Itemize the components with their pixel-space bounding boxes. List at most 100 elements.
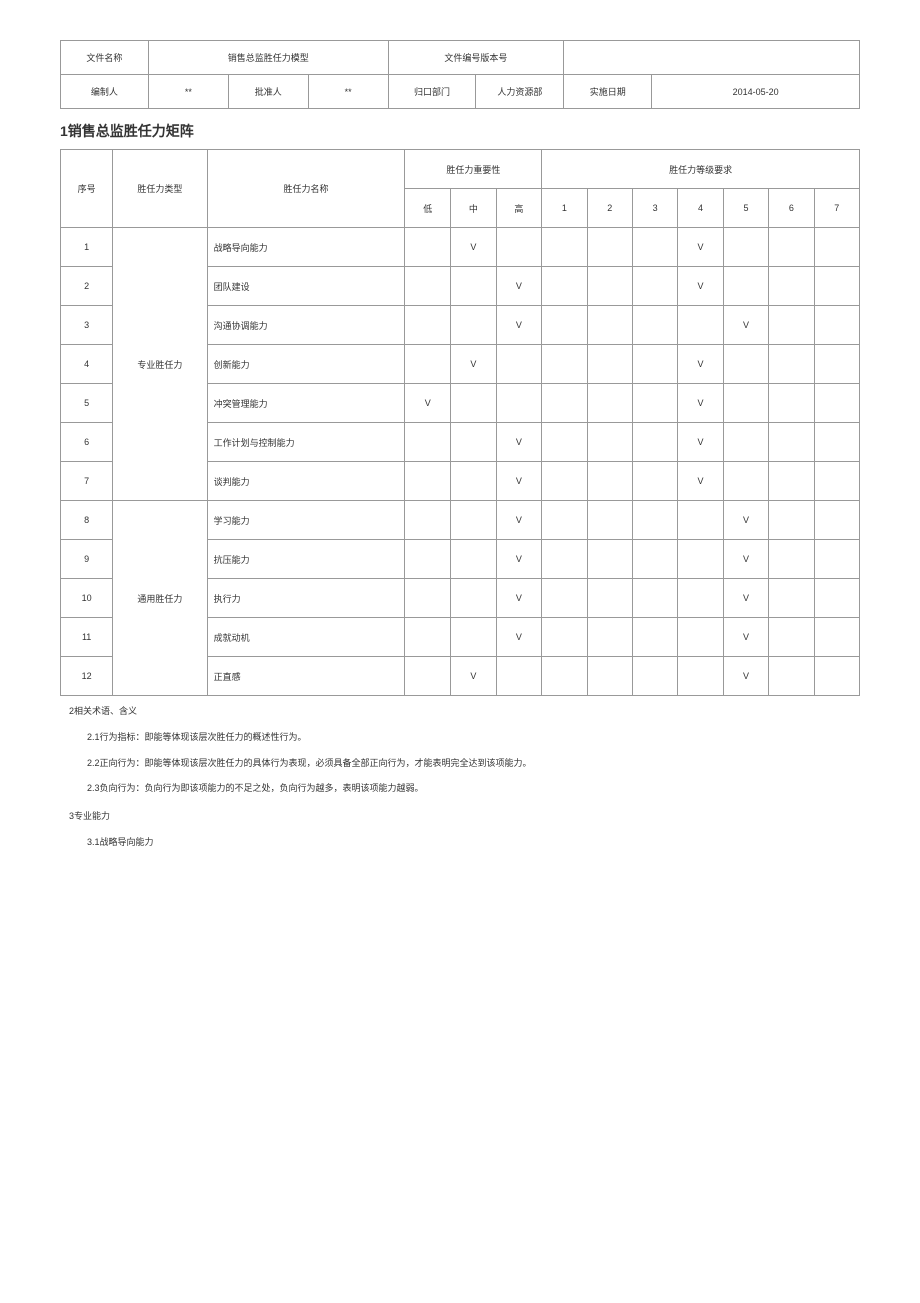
notes-s3: 3专业能力 [69,807,860,827]
cell-name: 团队建设 [207,267,405,306]
cell-level [814,228,859,267]
cell-level [769,462,814,501]
col-l1: 1 [542,189,587,228]
cell-name: 谈判能力 [207,462,405,501]
cell-type: 通用胜任力 [113,501,207,696]
cell-seq: 2 [61,267,113,306]
cell-level [678,306,723,345]
cell-seq: 9 [61,540,113,579]
cell-level [769,384,814,423]
cell-level [814,501,859,540]
cell-importance: V [496,501,542,540]
cell-level [769,501,814,540]
cell-level: V [723,501,768,540]
cell-importance [405,306,451,345]
cell-level [542,345,587,384]
cell-name: 沟通协调能力 [207,306,405,345]
cell-level [814,345,859,384]
cell-level: V [723,618,768,657]
notes-23: 2.3负向行为：负向行为即该项能力的不足之处，负向行为越多，表明该项能力越弱。 [87,779,860,799]
notes-s31: 3.1战略导向能力 [87,833,860,853]
cell-level: V [723,657,768,696]
cell-name: 战略导向能力 [207,228,405,267]
cell-level [542,579,587,618]
cell-importance [451,540,497,579]
cell-seq: 7 [61,462,113,501]
cell-importance [451,462,497,501]
competency-matrix-table: 序号 胜任力类型 胜任力名称 胜任力重要性 胜任力等级要求 低 中 高 1 2 … [60,149,860,696]
cell-level [632,540,677,579]
col-low: 低 [405,189,451,228]
cell-importance [405,540,451,579]
cell-importance [496,657,542,696]
cell-level [632,228,677,267]
effective-date-value: 2014-05-20 [652,75,860,109]
cell-level [632,462,677,501]
cell-importance: V [451,228,497,267]
cell-type: 专业胜任力 [113,228,207,501]
prepared-by-value: ** [148,75,228,109]
cell-level [814,462,859,501]
cell-importance [405,579,451,618]
cell-level [587,540,632,579]
cell-importance [405,462,451,501]
prepared-by-label: 编制人 [61,75,149,109]
cell-level [587,501,632,540]
cell-level [769,540,814,579]
notes-21: 2.1行为指标：即能等体现该层次胜任力的概述性行为。 [87,728,860,748]
cell-level [542,540,587,579]
file-no-label: 文件编号版本号 [388,41,564,75]
cell-seq: 5 [61,384,113,423]
cell-seq: 4 [61,345,113,384]
cell-level [678,657,723,696]
notes-22: 2.2正向行为：即能等体现该层次胜任力的具体行为表现，必须具备全部正向行为，才能… [87,754,860,774]
cell-seq: 3 [61,306,113,345]
cell-level [678,501,723,540]
cell-level [769,423,814,462]
col-l6: 6 [769,189,814,228]
col-mid: 中 [451,189,497,228]
cell-level [769,657,814,696]
col-l5: 5 [723,189,768,228]
table-row: 1专业胜任力战略导向能力VV [61,228,860,267]
approved-by-label: 批准人 [228,75,308,109]
cell-importance: V [496,579,542,618]
cell-level [678,579,723,618]
file-name-label: 文件名称 [61,41,149,75]
cell-level [632,267,677,306]
cell-importance [496,384,542,423]
cell-level [769,267,814,306]
dept-label: 归口部门 [388,75,476,109]
cell-level [632,657,677,696]
cell-seq: 8 [61,501,113,540]
cell-importance [405,501,451,540]
cell-importance [405,423,451,462]
cell-level [542,657,587,696]
cell-level [723,384,768,423]
cell-importance [496,345,542,384]
cell-level: V [723,540,768,579]
col-name: 胜任力名称 [207,150,405,228]
cell-name: 学习能力 [207,501,405,540]
cell-level [587,384,632,423]
cell-level [769,345,814,384]
col-high: 高 [496,189,542,228]
cell-seq: 10 [61,579,113,618]
effective-date-label: 实施日期 [564,75,652,109]
cell-importance [451,501,497,540]
cell-level [769,228,814,267]
cell-level [587,462,632,501]
cell-level [723,228,768,267]
cell-level [632,306,677,345]
cell-level [814,657,859,696]
cell-level [542,462,587,501]
cell-level [632,579,677,618]
cell-level: V [678,228,723,267]
cell-level [723,267,768,306]
col-l4: 4 [678,189,723,228]
cell-importance: V [451,657,497,696]
cell-importance [451,306,497,345]
cell-level [542,423,587,462]
cell-level [814,618,859,657]
cell-seq: 1 [61,228,113,267]
